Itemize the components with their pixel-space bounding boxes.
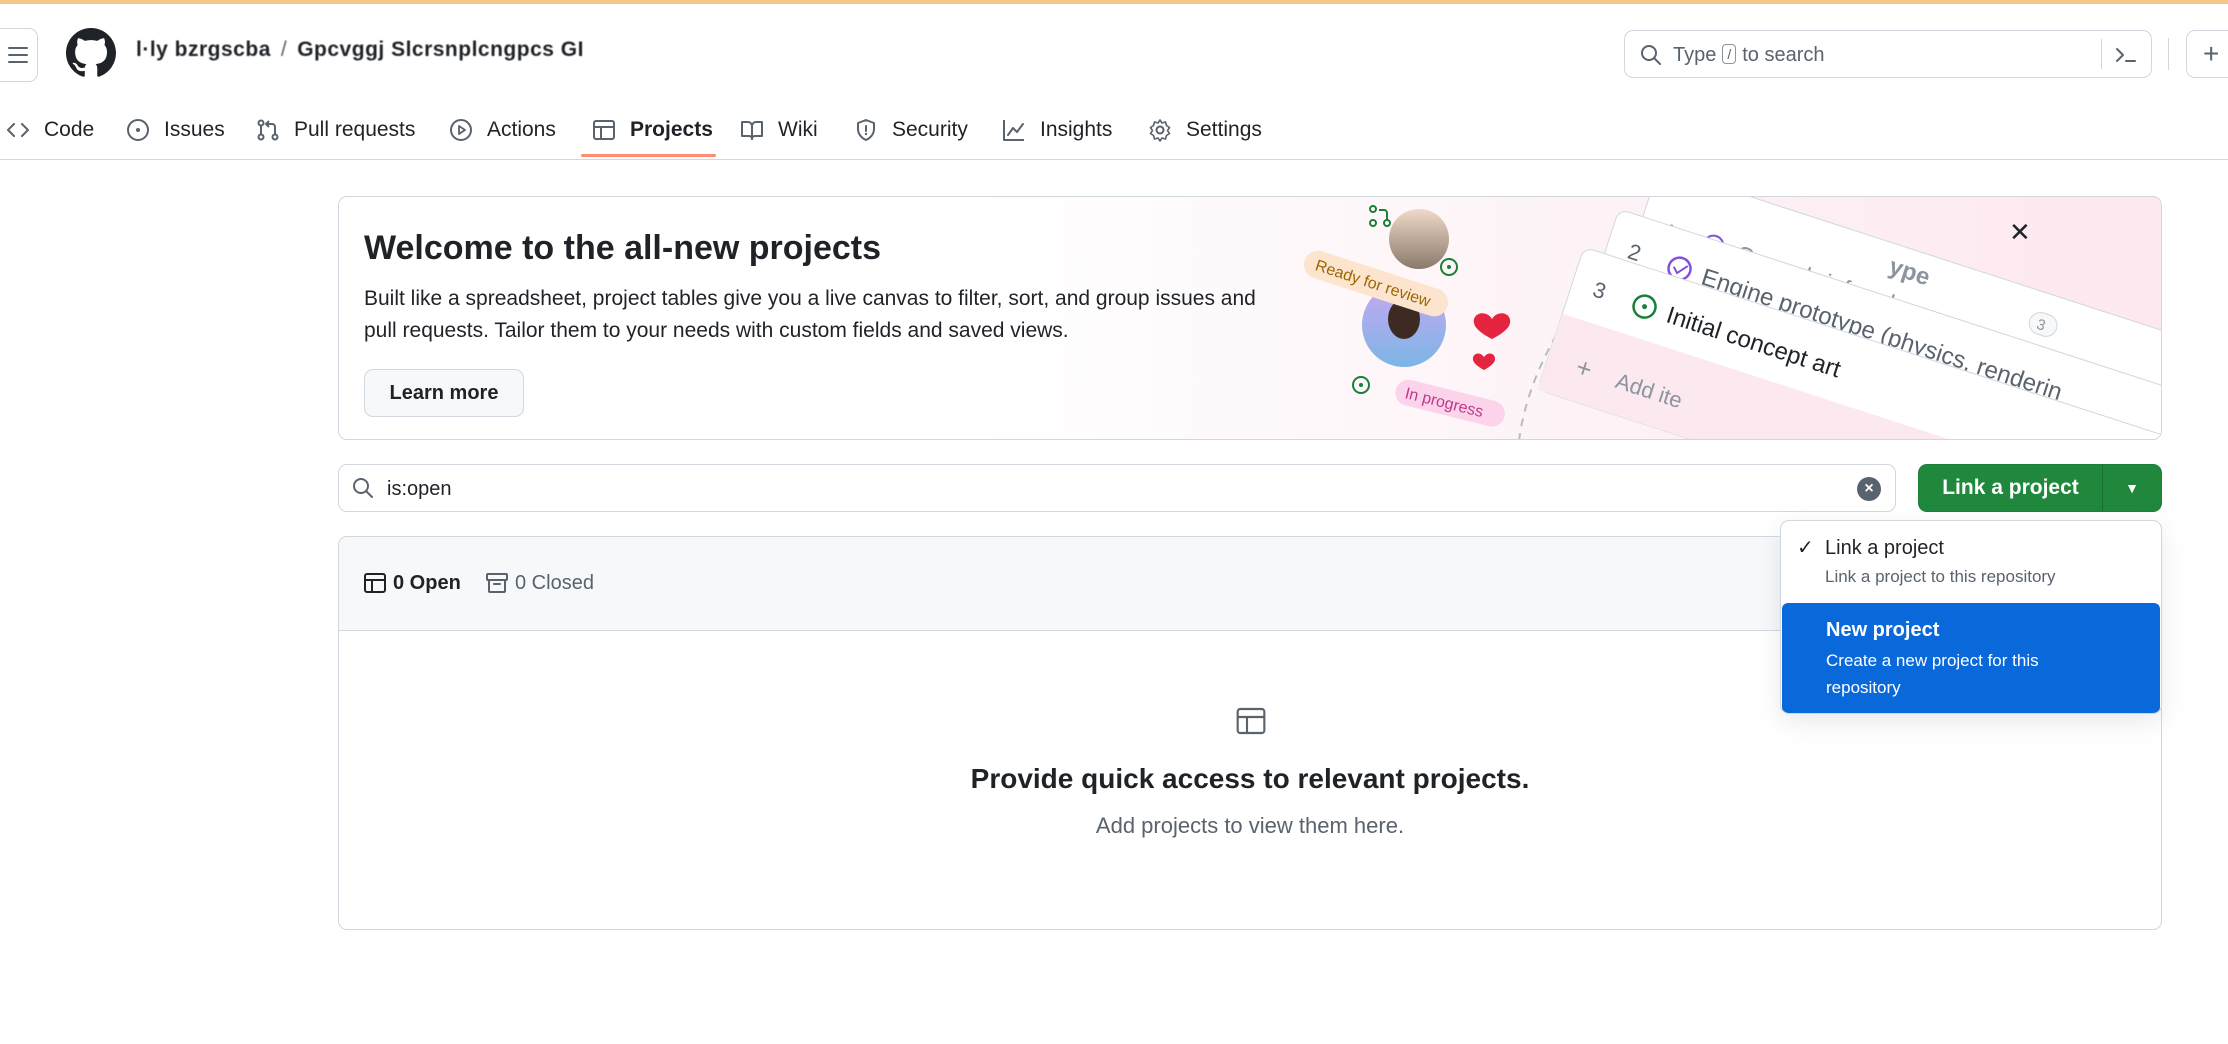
link-project-menu: ✓ Link a project Link a project to this … <box>1780 520 2162 714</box>
git-pull-request-icon <box>257 119 279 141</box>
menu-item-description: Create a new project for this repository <box>1826 651 2039 697</box>
tab-settings[interactable]: Settings <box>1148 104 1262 156</box>
repo-breadcrumb: l·ly bzrgscba / Gpcvggj Slcrsnplcngpcs GI <box>136 38 584 62</box>
banner-title: Welcome to the all-new projects <box>364 229 882 267</box>
selected-tab-indicator <box>581 154 716 157</box>
tab-security[interactable]: Security <box>854 104 968 156</box>
search-placeholder: Type / to search <box>1673 44 1825 66</box>
menu-item-new-project[interactable]: New project Create a new project for thi… <box>1782 603 2160 713</box>
menu-item-description: Link a project to this repository <box>1825 567 2056 586</box>
archive-icon <box>486 573 508 593</box>
art-pr-icon <box>1369 205 1391 227</box>
dismiss-banner-button[interactable]: ✕ <box>2009 219 2031 245</box>
projects-filter-input[interactable]: is:open × <box>338 464 1896 512</box>
chevron-down-icon[interactable]: ▼ <box>2103 465 2161 511</box>
search-icon <box>1641 45 1661 65</box>
tab-label: Wiki <box>778 118 818 141</box>
tab-actions[interactable]: Actions <box>449 104 556 156</box>
tab-label: Code <box>44 118 95 141</box>
clear-filter-icon[interactable]: × <box>1857 477 1881 501</box>
command-palette-icon[interactable] <box>2113 43 2139 67</box>
search-divider <box>2101 39 2102 69</box>
tab-code[interactable]: Code <box>6 104 94 156</box>
search-shortcut-key: / <box>1722 44 1737 64</box>
closed-count: 0 Closed <box>515 571 594 594</box>
table-icon <box>593 120 615 140</box>
menu-button[interactable] <box>0 28 38 82</box>
tab-insights[interactable]: Insights <box>1002 104 1112 156</box>
header-divider <box>2168 38 2169 70</box>
menu-item-link-project[interactable]: ✓ Link a project Link a project to this … <box>1781 521 2161 601</box>
banner-description: Built like a spreadsheet, project tables… <box>364 287 1256 342</box>
closed-projects-filter[interactable]: 0 Closed <box>485 571 594 595</box>
tab-label: Insights <box>1040 118 1113 141</box>
plus-icon: + <box>2203 38 2220 69</box>
repo-name-link[interactable]: Gpcvggj Slcrsnplcngpcs GI <box>297 38 584 61</box>
empty-state-subtitle: Add projects to view them here. <box>1095 813 1405 838</box>
table-icon <box>1236 707 1266 735</box>
global-search-input[interactable]: Type / to search <box>1624 30 2152 78</box>
tab-issues[interactable]: Issues <box>126 104 225 156</box>
code-icon <box>7 123 29 137</box>
tab-projects[interactable]: Projects <box>592 104 713 156</box>
table-icon <box>364 573 386 593</box>
github-logo-icon[interactable] <box>66 28 116 78</box>
empty-state-title: Provide quick access to relevant project… <box>970 763 1530 794</box>
menu-item-title: New project <box>1826 619 1940 641</box>
heart-large <box>1473 313 1511 339</box>
open-projects-filter[interactable]: 0 Open <box>363 571 461 595</box>
repo-owner-link[interactable]: l·ly bzrgscba <box>136 38 271 61</box>
create-new-button[interactable]: + <box>2186 30 2228 78</box>
menu-item-title: Link a project <box>1825 537 1944 559</box>
tab-label: Pull requests <box>294 118 416 141</box>
hamburger-icon <box>8 47 28 63</box>
tab-wiki[interactable]: Wiki <box>740 104 818 156</box>
tab-label: Actions <box>487 118 556 141</box>
tab-pull-requests[interactable]: Pull requests <box>256 104 415 156</box>
welcome-banner: Welcome to the all-new projects Built li… <box>338 196 2162 440</box>
avatar-top <box>1389 209 1449 269</box>
check-icon: ✓ <box>1797 537 1814 559</box>
gear-icon <box>1149 119 1171 142</box>
tab-label: Issues <box>164 118 225 141</box>
search-icon <box>353 478 373 498</box>
page: l·ly bzrgscba / Gpcvggj Slcrsnplcngpcs GI … <box>0 0 2228 1044</box>
tab-label: Settings <box>1186 118 1262 141</box>
play-icon <box>450 119 472 141</box>
open-count: 0 Open <box>393 571 461 594</box>
shield-icon <box>857 119 875 141</box>
heart-small <box>1472 353 1496 370</box>
tab-label: Projects <box>630 118 713 141</box>
link-project-split-button: Link a project ▼ <box>1918 464 2162 512</box>
learn-more-button[interactable]: Learn more <box>364 369 524 417</box>
tab-label: Security <box>892 118 968 141</box>
in-progress-tag: In progress <box>1395 379 1505 427</box>
issue-opened-icon <box>127 119 149 141</box>
book-icon <box>741 121 763 140</box>
path-separator: / <box>280 38 288 61</box>
link-project-button[interactable]: Link a project <box>1919 465 2102 511</box>
filter-value: is:open <box>387 478 452 500</box>
graph-icon <box>1003 120 1024 141</box>
